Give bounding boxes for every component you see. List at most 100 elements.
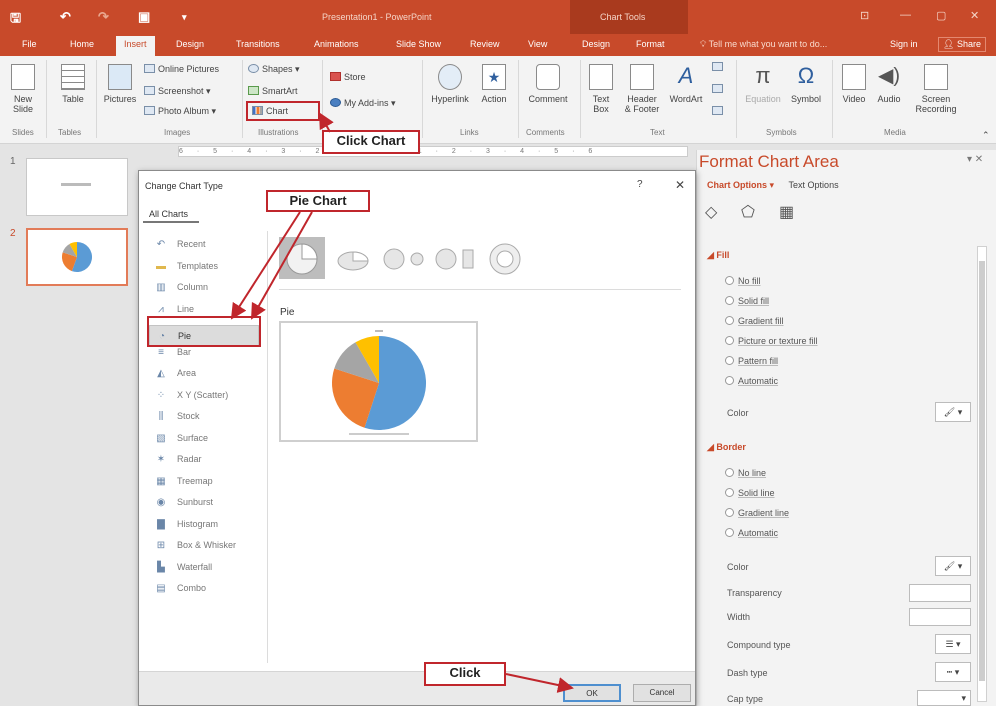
header-footer-button[interactable]: Header & Footer: [620, 64, 664, 114]
fill-color-picker[interactable]: 🖌︎ ▾: [935, 402, 971, 422]
chart-category-x-y-scatter[interactable]: ⁘ X Y (Scatter): [153, 390, 228, 401]
tab-chart-options[interactable]: Chart Options: [707, 180, 767, 190]
size-properties-icon[interactable]: ▦: [779, 202, 794, 222]
save-icon[interactable]: 🖫: [10, 9, 21, 31]
comment-button[interactable]: Comment: [522, 64, 574, 104]
chart-category-combo[interactable]: ▤ Combo: [153, 583, 206, 594]
fill-option-solid[interactable]: Solid fill: [725, 296, 769, 306]
chart-category-recent[interactable]: ↶ Recent: [153, 239, 206, 250]
share-button[interactable]: 👤︎ Share: [938, 37, 986, 52]
scrollbar-thumb[interactable]: [979, 261, 985, 681]
tab-all-charts[interactable]: All Charts: [143, 205, 199, 223]
cap-type-dropdown[interactable]: ▾: [917, 690, 971, 706]
width-spinner[interactable]: [909, 608, 971, 626]
slide-thumbnail-1[interactable]: [26, 158, 128, 216]
fill-section-header[interactable]: ◢ Fill: [707, 250, 729, 261]
chart-category-column[interactable]: ▥ Column: [153, 282, 208, 293]
equation-button[interactable]: π Equation: [740, 64, 786, 105]
tab-insert[interactable]: Insert: [116, 36, 155, 56]
symbol-button[interactable]: Ω Symbol: [786, 64, 826, 105]
help-icon[interactable]: ?: [637, 179, 643, 190]
subtype-3d-pie[interactable]: [333, 237, 373, 281]
object-icon[interactable]: [712, 106, 726, 116]
tab-design[interactable]: Design: [176, 39, 204, 49]
text-box-button[interactable]: Text Box: [586, 64, 616, 114]
transparency-spinner[interactable]: [909, 584, 971, 602]
online-pictures-button[interactable]: Online Pictures: [144, 64, 219, 74]
tab-text-options[interactable]: Text Options: [789, 180, 839, 190]
border-color-picker[interactable]: 🖌︎ ▾: [935, 556, 971, 576]
chart-category-radar[interactable]: ✶ Radar: [153, 454, 202, 465]
border-option-gradient[interactable]: Gradient line: [725, 508, 789, 518]
table-button[interactable]: Table: [56, 64, 90, 104]
redo-icon[interactable]: ↷: [98, 9, 109, 25]
tell-me-box[interactable]: 💡︎ Tell me what you want to do...: [700, 39, 827, 50]
pane-scrollbar[interactable]: [977, 246, 987, 702]
tab-chart-format[interactable]: Format: [636, 39, 665, 49]
subtype-pie[interactable]: [279, 237, 325, 279]
tab-animations[interactable]: Animations: [314, 39, 359, 49]
collapse-ribbon-icon[interactable]: ⌃: [982, 130, 990, 141]
minimize-icon[interactable]: —: [900, 9, 911, 21]
photo-album-button[interactable]: Photo Album ▾: [144, 106, 216, 117]
chart-category-sunburst[interactable]: ◉ Sunburst: [153, 497, 213, 508]
subtype-pie-of-pie[interactable]: [381, 237, 427, 281]
fill-option-pattern[interactable]: Pattern fill: [725, 356, 778, 366]
my-addins-button[interactable]: My Add-ins ▾: [330, 98, 396, 109]
ribbon-display-icon[interactable]: ⊡: [860, 9, 869, 22]
action-button[interactable]: ★ Action: [476, 64, 512, 104]
pane-close-icon[interactable]: ▾ ✕: [967, 154, 983, 165]
shapes-button[interactable]: Shapes ▾: [248, 64, 300, 75]
chart-category-templates[interactable]: ▬ Templates: [153, 261, 218, 272]
border-option-automatic[interactable]: Automatic: [725, 528, 778, 538]
customize-icon[interactable]: ▾: [182, 12, 187, 23]
store-button[interactable]: Store: [330, 72, 366, 82]
screenshot-button[interactable]: Screenshot ▾: [144, 86, 211, 97]
chart-category-treemap[interactable]: ▦ Treemap: [153, 476, 212, 487]
close-icon[interactable]: ✕: [675, 178, 685, 192]
ok-button[interactable]: OK: [563, 684, 621, 702]
close-window-icon[interactable]: ✕: [970, 9, 979, 22]
chart-category-histogram[interactable]: ▇ Histogram: [153, 519, 218, 530]
border-option-solid[interactable]: Solid line: [725, 488, 775, 498]
tab-home[interactable]: Home: [70, 39, 94, 49]
hyperlink-button[interactable]: Hyperlink: [428, 64, 472, 104]
fill-option-gradient[interactable]: Gradient fill: [725, 316, 784, 326]
fill-option-no-fill[interactable]: No fill: [725, 276, 761, 286]
start-icon[interactable]: ▣: [138, 9, 150, 25]
dash-type-dropdown[interactable]: ┅ ▾: [935, 662, 971, 682]
tab-transitions[interactable]: Transitions: [236, 39, 280, 49]
chart-category-line[interactable]: ⩘ Line: [153, 304, 194, 315]
undo-icon[interactable]: ↶: [60, 9, 71, 25]
tab-slide-show[interactable]: Slide Show: [396, 39, 441, 49]
audio-button[interactable]: ◀︎) Audio: [872, 64, 906, 104]
tab-chart-design[interactable]: Design: [582, 39, 610, 49]
fill-option-automatic[interactable]: Automatic: [725, 376, 778, 386]
smartart-button[interactable]: SmartArt: [248, 86, 298, 96]
subtype-doughnut[interactable]: [485, 237, 525, 281]
wordart-button[interactable]: A WordArt: [666, 64, 706, 105]
effects-icon[interactable]: ⬠: [741, 202, 755, 222]
slide-number-icon[interactable]: [712, 84, 726, 94]
date-time-icon[interactable]: [712, 62, 726, 72]
chart-category-area[interactable]: ◭ Area: [153, 368, 196, 379]
fill-option-picture[interactable]: Picture or texture fill: [725, 336, 818, 346]
chart-preview[interactable]: [279, 321, 478, 442]
border-option-no-line[interactable]: No line: [725, 468, 766, 478]
chart-category-stock[interactable]: ⫼ Stock: [153, 411, 200, 422]
tab-review[interactable]: Review: [470, 39, 500, 49]
subtype-bar-of-pie[interactable]: [433, 237, 479, 281]
chart-category-waterfall[interactable]: ▙ Waterfall: [153, 562, 212, 573]
slide-thumbnail-2[interactable]: [26, 228, 128, 286]
fill-line-icon[interactable]: ◇: [705, 202, 717, 222]
compound-type-dropdown[interactable]: ☰ ▾: [935, 634, 971, 654]
chart-category-bar[interactable]: ≡ Bar: [153, 347, 191, 358]
border-section-header[interactable]: ◢ Border: [707, 442, 746, 453]
chart-category-box-whisker[interactable]: ⊞ Box & Whisker: [153, 540, 236, 551]
screen-recording-button[interactable]: Screen Recording: [910, 64, 962, 114]
cancel-button[interactable]: Cancel: [633, 684, 691, 702]
sign-in-link[interactable]: Sign in: [890, 39, 918, 49]
pictures-button[interactable]: Pictures: [100, 64, 140, 104]
chart-category-surface[interactable]: ▧ Surface: [153, 433, 208, 444]
video-button[interactable]: Video: [836, 64, 872, 104]
